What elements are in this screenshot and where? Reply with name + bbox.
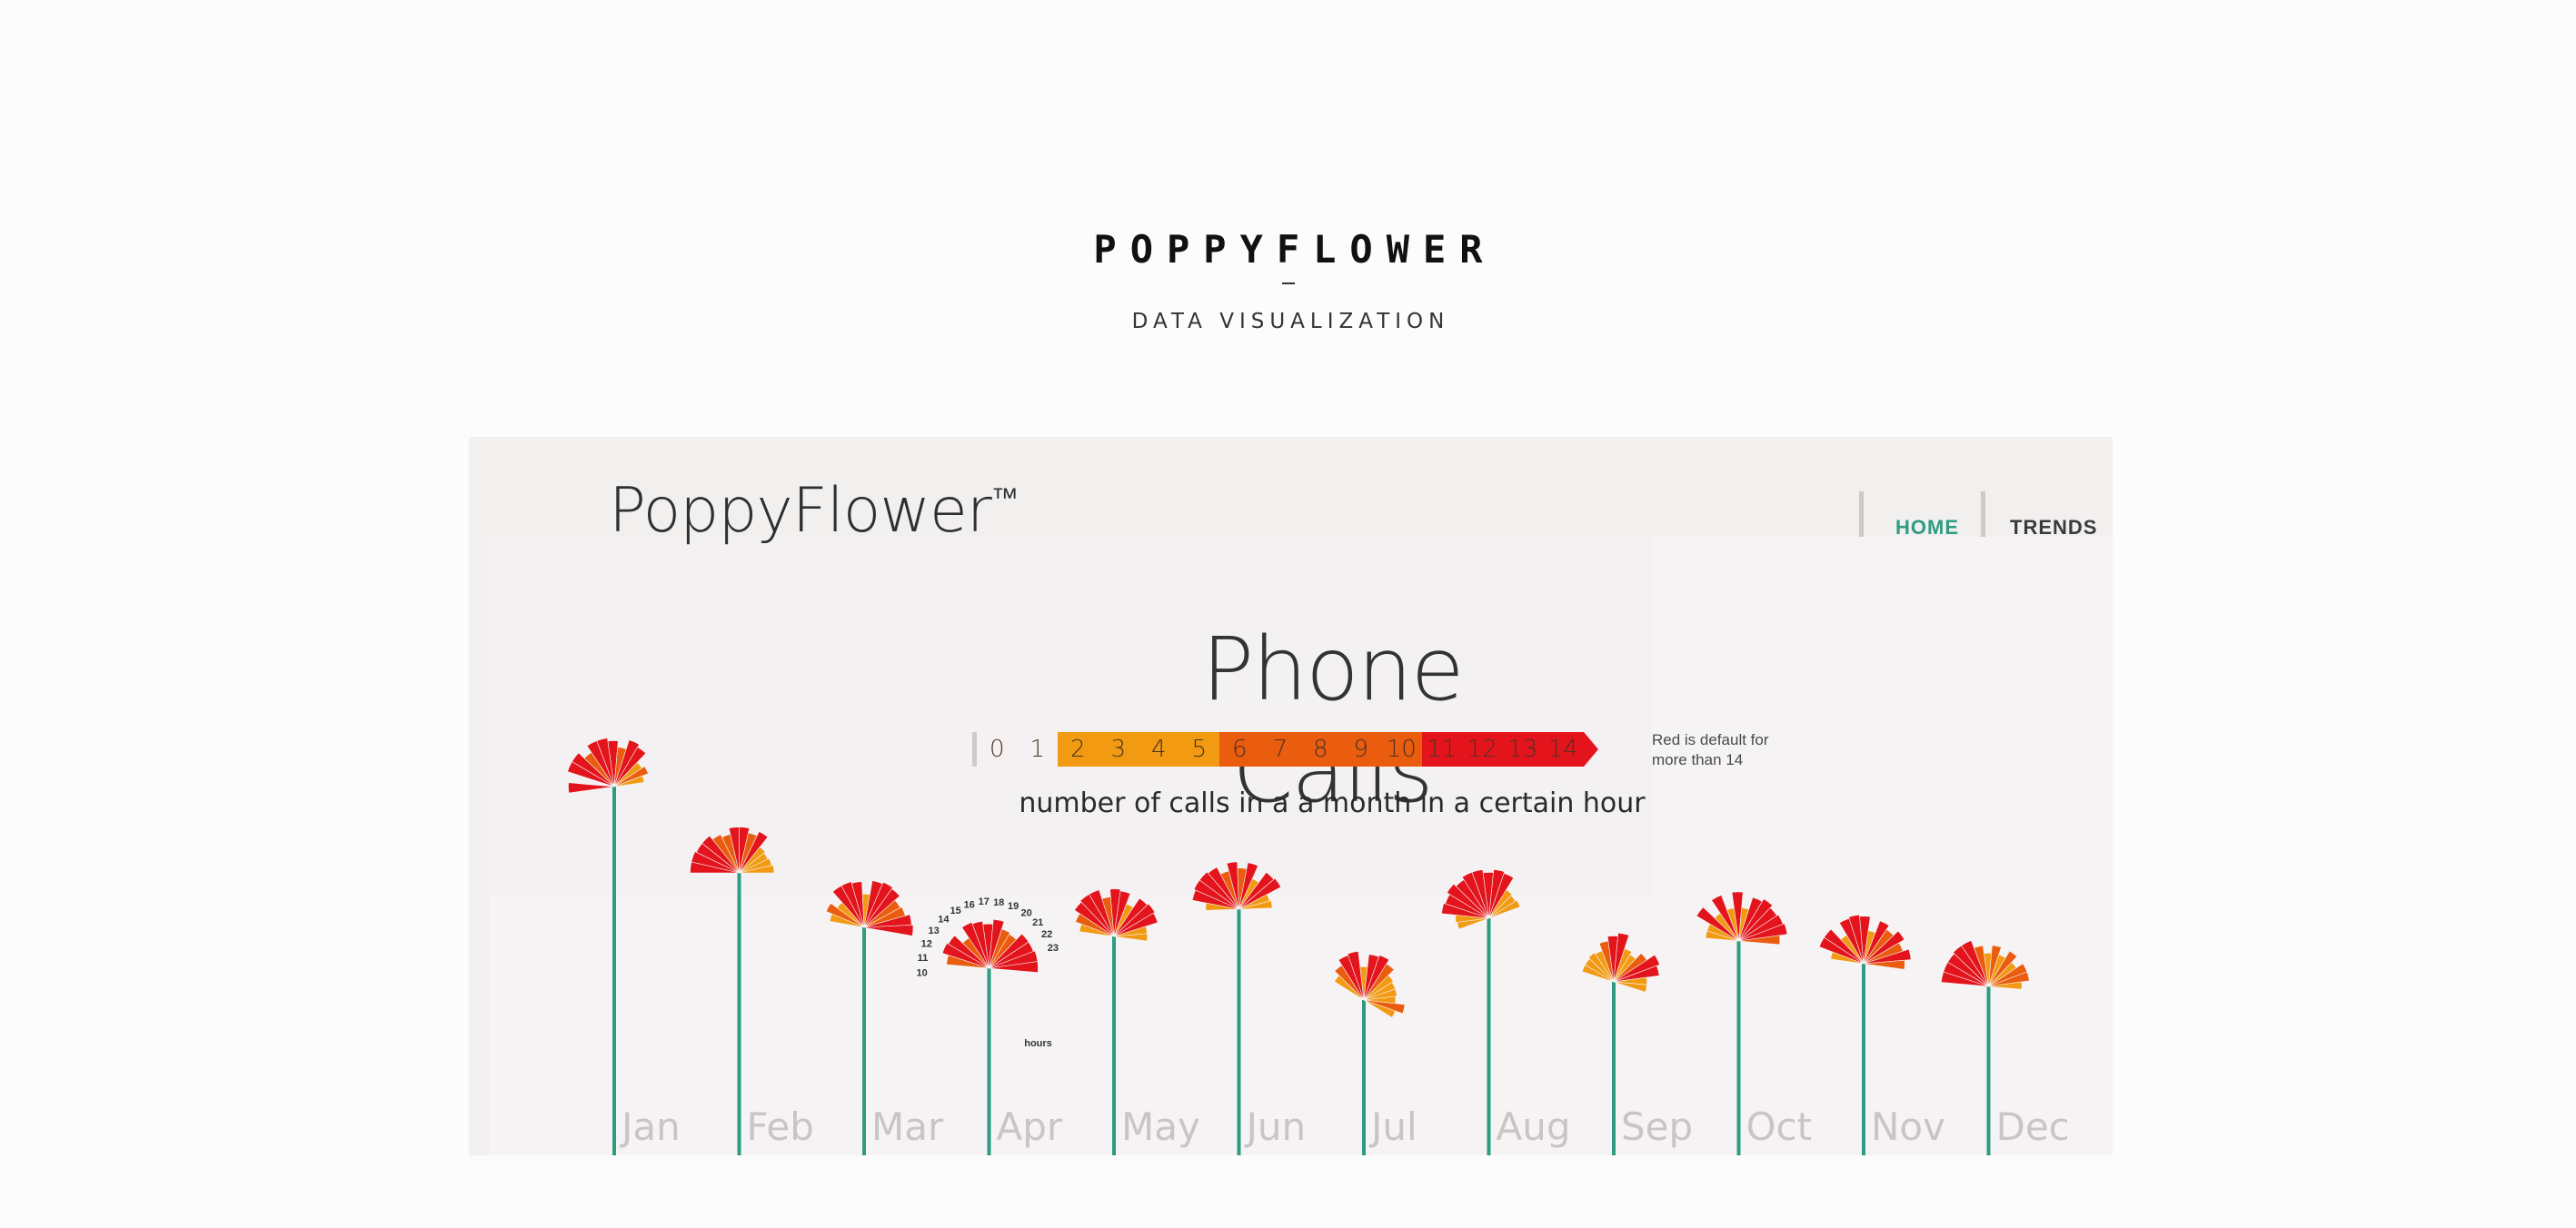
hour-label: 11: [918, 953, 929, 964]
month-label: Jan: [619, 1104, 681, 1149]
month-label: Sep: [1621, 1104, 1693, 1149]
flower-head-mar[interactable]: [824, 873, 920, 936]
page-title: POPPYFLOWER: [1093, 227, 1497, 272]
hour-label: 15: [950, 906, 960, 916]
app-screenshot: PoppyFlower™ HOME TRENDS Phone Calls 012…: [469, 437, 2113, 1155]
page-header: POPPYFLOWER DATA VISUALIZATION: [0, 227, 2576, 333]
month-label: Feb: [747, 1104, 814, 1149]
flower-head-feb[interactable]: [690, 827, 775, 874]
hour-label: 12: [921, 938, 932, 949]
hour-label: 23: [1048, 943, 1059, 954]
page-subtitle: DATA VISUALIZATION: [1131, 310, 1450, 333]
hours-caption: hours: [1024, 1038, 1052, 1049]
poppy-flower-chart: Jan Feb Mar Apr May Jun Jul Aug Sep Oct Nov Dec 10 11…: [562, 733, 2070, 1155]
month-label: May: [1121, 1104, 1200, 1149]
hour-label: 16: [964, 899, 975, 910]
hour-label: 13: [928, 926, 939, 936]
month-label: Jun: [1244, 1104, 1307, 1149]
month-label: Apr: [997, 1104, 1063, 1149]
flower-head-dec[interactable]: [1941, 938, 2032, 990]
flower-head-oct[interactable]: [1695, 888, 1791, 946]
month-label: Oct: [1746, 1104, 1813, 1149]
flower-head-jan[interactable]: [562, 733, 650, 794]
flower-head-sep[interactable]: [1581, 925, 1668, 995]
hour-label: 21: [1032, 917, 1043, 928]
hour-label: 17: [979, 896, 990, 907]
hour-label: 10: [916, 968, 927, 979]
flower-head-apr[interactable]: [941, 916, 1042, 974]
hour-label: 22: [1041, 929, 1052, 940]
month-label: Nov: [1871, 1104, 1945, 1149]
hour-label: 19: [1008, 901, 1019, 912]
hour-label: 18: [993, 897, 1004, 908]
hour-label: 20: [1020, 908, 1031, 919]
month-label: Aug: [1497, 1104, 1571, 1149]
flower-head-nov[interactable]: [1818, 910, 1916, 970]
hour-label: 14: [938, 915, 950, 926]
month-label: Dec: [1996, 1104, 2070, 1149]
flower-head-jun[interactable]: [1191, 860, 1282, 911]
flower-head-aug[interactable]: [1432, 859, 1524, 933]
title-divider: [1281, 282, 1295, 284]
flower-head-may[interactable]: [1071, 884, 1161, 943]
flower-head-jul[interactable]: [1328, 937, 1423, 1022]
month-label: Mar: [871, 1104, 944, 1149]
month-label: Jul: [1368, 1104, 1417, 1149]
